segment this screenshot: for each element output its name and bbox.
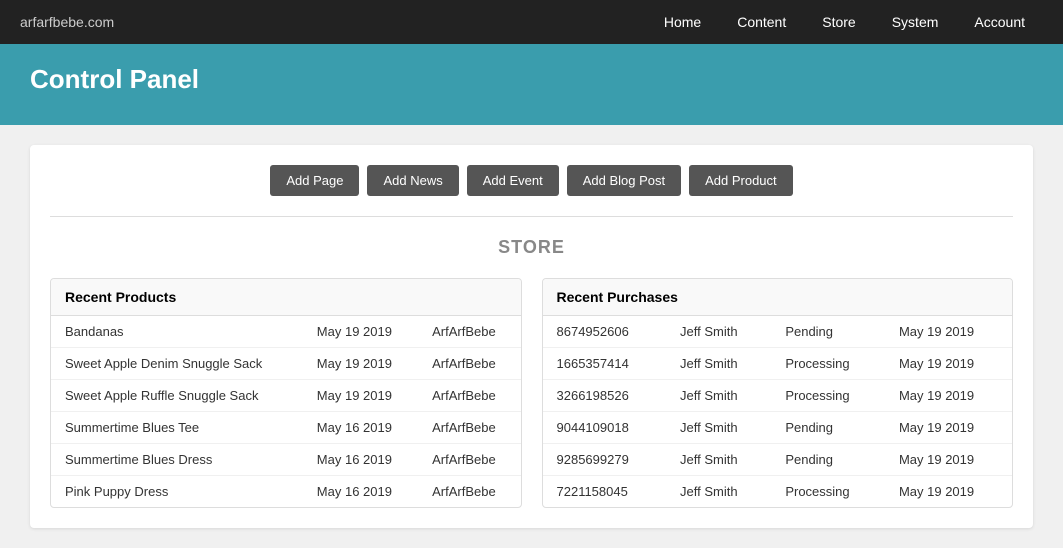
page-title: Control Panel: [30, 64, 1033, 95]
table-row: Summertime Blues DressMay 16 2019ArfArfB…: [51, 444, 521, 476]
top-nav: arfarfbebe.com Home Content Store System…: [0, 0, 1063, 44]
nav-brand: arfarfbebe.com: [20, 14, 646, 30]
nav-system[interactable]: System: [874, 0, 957, 44]
add-page-button[interactable]: Add Page: [270, 165, 359, 196]
recent-purchases-body[interactable]: 8674952606Jeff SmithPendingMay 19 201916…: [543, 316, 1013, 507]
header-area: Control Panel: [0, 44, 1063, 125]
add-blog-post-button[interactable]: Add Blog Post: [567, 165, 681, 196]
toolbar: Add Page Add News Add Event Add Blog Pos…: [50, 165, 1013, 217]
add-news-button[interactable]: Add News: [367, 165, 458, 196]
two-col-layout: Recent Products BandanasMay 19 2019ArfAr…: [50, 278, 1013, 508]
table-row: Sweet Apple Ruffle Snuggle SackMay 19 20…: [51, 380, 521, 412]
table-row: 7221158045Jeff SmithProcessingMay 19 201…: [543, 476, 1013, 508]
add-product-button[interactable]: Add Product: [689, 165, 793, 196]
section-title: STORE: [50, 237, 1013, 258]
table-row: 9285699279Jeff SmithPendingMay 19 2019: [543, 444, 1013, 476]
nav-home[interactable]: Home: [646, 0, 719, 44]
nav-account[interactable]: Account: [956, 0, 1043, 44]
table-row: 8674952606Jeff SmithPendingMay 19 2019: [543, 316, 1013, 348]
card: Add Page Add News Add Event Add Blog Pos…: [30, 145, 1033, 528]
add-event-button[interactable]: Add Event: [467, 165, 559, 196]
table-row: 1665357414Jeff SmithProcessingMay 19 201…: [543, 348, 1013, 380]
table-row: Summertime Blues TeeMay 16 2019ArfArfBeb…: [51, 412, 521, 444]
table-row: BandanasMay 19 2019ArfArfBebe: [51, 316, 521, 348]
recent-products-body[interactable]: BandanasMay 19 2019ArfArfBebeSweet Apple…: [51, 316, 521, 507]
recent-products-table: BandanasMay 19 2019ArfArfBebeSweet Apple…: [51, 316, 521, 507]
recent-purchases-header: Recent Purchases: [543, 279, 1013, 316]
nav-links: Home Content Store System Account: [646, 0, 1043, 44]
recent-products-header: Recent Products: [51, 279, 521, 316]
recent-products-panel: Recent Products BandanasMay 19 2019ArfAr…: [50, 278, 522, 508]
table-row: Pink Puppy DressMay 16 2019ArfArfBebe: [51, 476, 521, 508]
table-row: Sweet Apple Denim Snuggle SackMay 19 201…: [51, 348, 521, 380]
table-row: 9044109018Jeff SmithPendingMay 19 2019: [543, 412, 1013, 444]
main-content: Add Page Add News Add Event Add Blog Pos…: [0, 125, 1063, 548]
nav-store[interactable]: Store: [804, 0, 873, 44]
nav-content[interactable]: Content: [719, 0, 804, 44]
table-row: 3266198526Jeff SmithProcessingMay 19 201…: [543, 380, 1013, 412]
recent-purchases-table: 8674952606Jeff SmithPendingMay 19 201916…: [543, 316, 1013, 507]
recent-purchases-panel: Recent Purchases 8674952606Jeff SmithPen…: [542, 278, 1014, 508]
